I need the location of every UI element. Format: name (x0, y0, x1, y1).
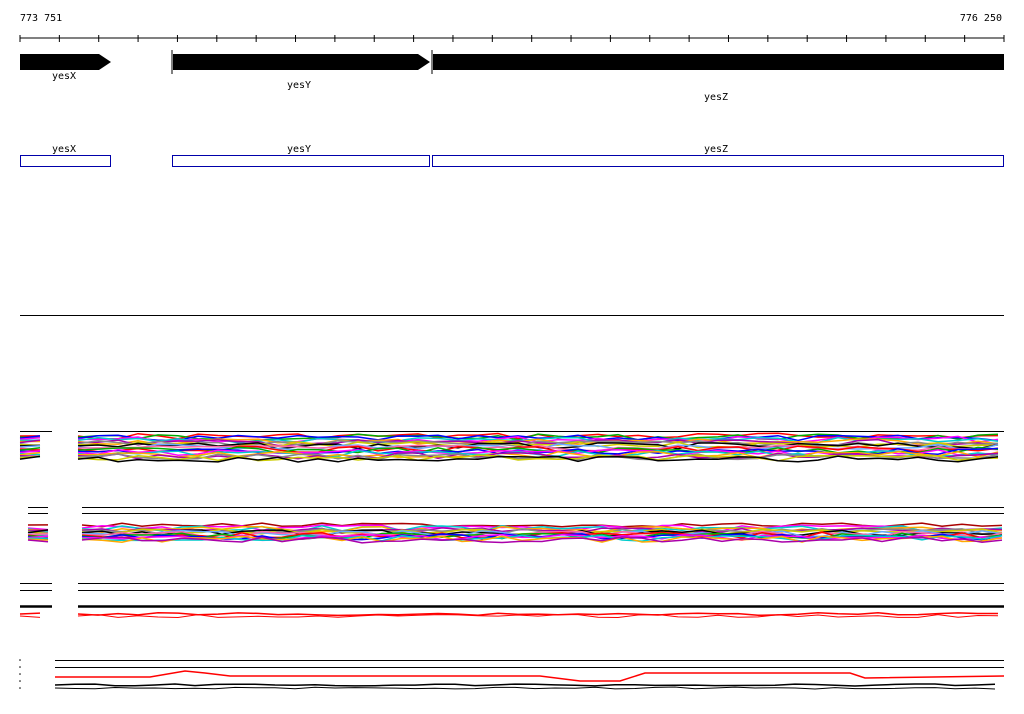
gene-arrow-yesX[interactable] (20, 54, 111, 70)
cds-box-yesY[interactable] (172, 155, 430, 167)
gene-arrow-yesY[interactable] (173, 54, 430, 70)
genome-browser-canvas[interactable] (0, 0, 1024, 714)
track4-marker-dot (19, 673, 21, 675)
coverage-track-3[interactable] (19, 583, 1004, 619)
coverage-track-4[interactable] (19, 659, 1005, 690)
coordinate-ruler (19, 35, 1005, 42)
track4-marker-dot (19, 680, 21, 682)
track4-black-line (54, 686, 996, 690)
alignment-track-1[interactable] (19, 431, 1004, 463)
track4-black-line (54, 683, 996, 687)
track2-series-line (27, 533, 49, 536)
track4-marker-dot (19, 666, 21, 668)
track3-red-line (19, 615, 41, 618)
track3-red-line (77, 613, 999, 619)
track4-red-line (55, 670, 1005, 682)
track3-red-line (77, 611, 998, 617)
track4-marker-dot (19, 659, 21, 661)
track4-marker-dot (19, 687, 21, 689)
cds-track[interactable] (20, 155, 1004, 167)
gene-track[interactable] (20, 50, 1004, 74)
track3-red-line (19, 612, 41, 615)
cds-box-yesX[interactable] (20, 155, 111, 167)
alignment-track-2[interactable] (27, 507, 1004, 544)
gene-arrow-yesZ[interactable] (433, 54, 1004, 70)
cds-box-yesZ[interactable] (432, 155, 1004, 167)
